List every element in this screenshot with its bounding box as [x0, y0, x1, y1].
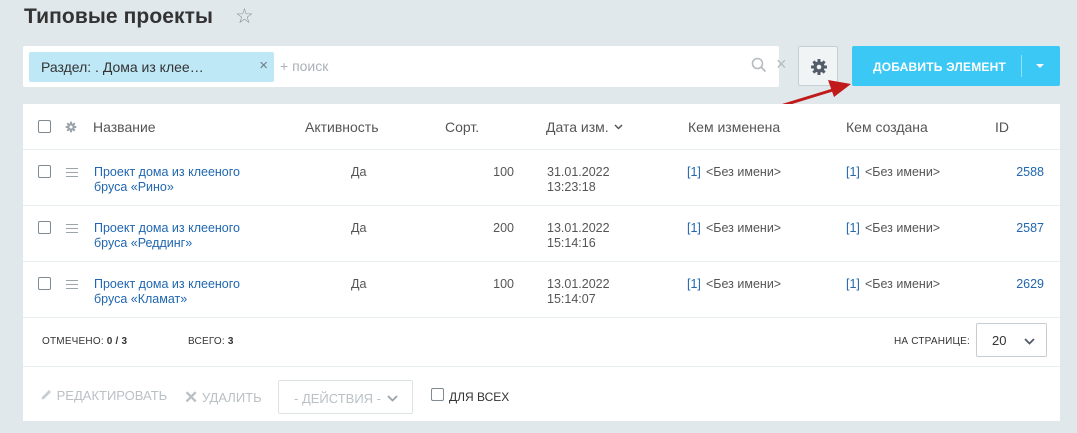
edit-button[interactable]: РЕДАКТИРОВАТЬ — [40, 387, 167, 403]
action-panel: РЕДАКТИРОВАТЬ ✕ УДАЛИТЬ - ДЕЙСТВИЯ - ДЛЯ… — [23, 366, 1060, 421]
chevron-down-icon — [1024, 338, 1035, 345]
column-header-name[interactable]: Название — [93, 119, 156, 135]
per-page-label: НА СТРАНИЦЕ: — [894, 336, 970, 347]
clear-search-icon[interactable]: × — [776, 54, 787, 75]
drag-handle-icon[interactable] — [66, 168, 78, 177]
gear-icon — [811, 59, 827, 75]
divider — [23, 205, 1060, 206]
page-title: Типовые проекты — [24, 5, 214, 28]
per-page-select[interactable]: 20 — [976, 323, 1047, 357]
row-sort: 100 — [493, 165, 514, 179]
selected-count: ОТМЕЧЕНО: 0 / 3 — [42, 336, 128, 347]
actions-select[interactable]: - ДЕЙСТВИЯ - — [278, 380, 413, 414]
column-settings-gear-icon[interactable] — [65, 121, 77, 133]
row-created-by-name: <Без имени> — [865, 221, 941, 235]
row-sort: 100 — [493, 277, 514, 291]
grid-settings-button[interactable] — [798, 46, 838, 86]
filter-bar[interactable]: Раздел: . Дома из клее… × × — [23, 46, 787, 87]
row-modified-by-link[interactable]: [1] — [687, 277, 701, 292]
column-header-date[interactable]: Дата изм. — [546, 119, 609, 135]
row-checkbox[interactable] — [38, 165, 51, 178]
search-icon[interactable] — [751, 57, 767, 78]
column-header-sort[interactable]: Сорт. — [445, 119, 479, 135]
add-element-button[interactable]: ДОБАВИТЬ ЭЛЕМЕНТ — [852, 46, 1060, 86]
row-time: 15:14:07 — [547, 292, 596, 306]
close-icon[interactable]: × — [259, 57, 268, 74]
row-name-line1[interactable]: Проект дома из клееного — [94, 221, 240, 236]
actions-select-value: - ДЕЙСТВИЯ - — [294, 391, 382, 406]
delete-button[interactable]: ✕ УДАЛИТЬ — [184, 387, 262, 407]
divider — [23, 261, 1060, 262]
row-name-line2[interactable]: бруса «Рино» — [94, 180, 174, 195]
drag-handle-icon[interactable] — [66, 224, 78, 233]
drag-handle-icon[interactable] — [66, 280, 78, 289]
filter-chip-label: Раздел: . Дома из клее… — [41, 59, 204, 75]
filter-chip[interactable]: Раздел: . Дома из клее… × — [29, 52, 274, 82]
row-created-by-link[interactable]: [1] — [846, 165, 860, 180]
pencil-icon — [41, 390, 51, 400]
for-all-checkbox[interactable] — [431, 388, 444, 401]
add-button-separator — [1021, 55, 1022, 77]
row-id[interactable]: 2587 — [1006, 221, 1044, 236]
row-created-by-name: <Без имени> — [865, 165, 941, 179]
row-time: 15:14:16 — [547, 236, 596, 250]
row-name-line1[interactable]: Проект дома из клееного — [94, 277, 240, 292]
sort-chevron-down-icon[interactable] — [614, 124, 623, 130]
row-checkbox[interactable] — [38, 277, 51, 290]
chevron-down-icon — [387, 395, 398, 402]
row-name-line1[interactable]: Проект дома из клееного — [94, 165, 240, 180]
row-time: 13:23:18 — [547, 180, 596, 194]
star-icon[interactable]: ☆ — [235, 4, 254, 29]
add-element-label: ДОБАВИТЬ ЭЛЕМЕНТ — [873, 60, 1006, 74]
row-created-by-name: <Без имени> — [865, 277, 941, 291]
column-header-id[interactable]: ID — [995, 119, 1009, 135]
row-date: 31.01.2022 — [547, 165, 610, 179]
column-header-created-by[interactable]: Кем создана — [846, 119, 928, 135]
search-input[interactable] — [280, 55, 720, 77]
select-all-checkbox[interactable] — [38, 120, 51, 133]
row-checkbox[interactable] — [38, 221, 51, 234]
row-date: 13.01.2022 — [547, 221, 610, 235]
elements-grid: Название Активность Сорт. Дата изм. Кем … — [23, 104, 1060, 421]
row-modified-by-link[interactable]: [1] — [687, 221, 701, 236]
chevron-down-icon[interactable] — [1036, 64, 1044, 68]
row-sort: 200 — [493, 221, 514, 235]
column-header-modified-by[interactable]: Кем изменена — [688, 119, 780, 135]
per-page-value: 20 — [992, 333, 1007, 348]
row-active: Да — [351, 165, 367, 179]
divider — [23, 149, 1060, 150]
row-name-line2[interactable]: бруса «Кламат» — [94, 292, 187, 307]
row-active: Да — [351, 221, 367, 235]
row-name-line2[interactable]: бруса «Реддинг» — [94, 236, 192, 251]
for-all-label: ДЛЯ ВСЕХ — [449, 390, 510, 404]
row-id[interactable]: 2588 — [1006, 165, 1044, 180]
row-modified-by-name: <Без имени> — [706, 221, 782, 235]
row-modified-by-name: <Без имени> — [706, 277, 782, 291]
column-header-active[interactable]: Активность — [305, 119, 379, 135]
close-icon: ✕ — [184, 388, 199, 407]
row-modified-by-link[interactable]: [1] — [687, 165, 701, 180]
row-active: Да — [351, 277, 367, 291]
row-id[interactable]: 2629 — [1006, 277, 1044, 292]
total-count: ВСЕГО: 3 — [188, 336, 234, 347]
divider — [23, 317, 1060, 318]
row-created-by-link[interactable]: [1] — [846, 277, 860, 292]
row-modified-by-name: <Без имени> — [706, 165, 782, 179]
row-created-by-link[interactable]: [1] — [846, 221, 860, 236]
row-date: 13.01.2022 — [547, 277, 610, 291]
